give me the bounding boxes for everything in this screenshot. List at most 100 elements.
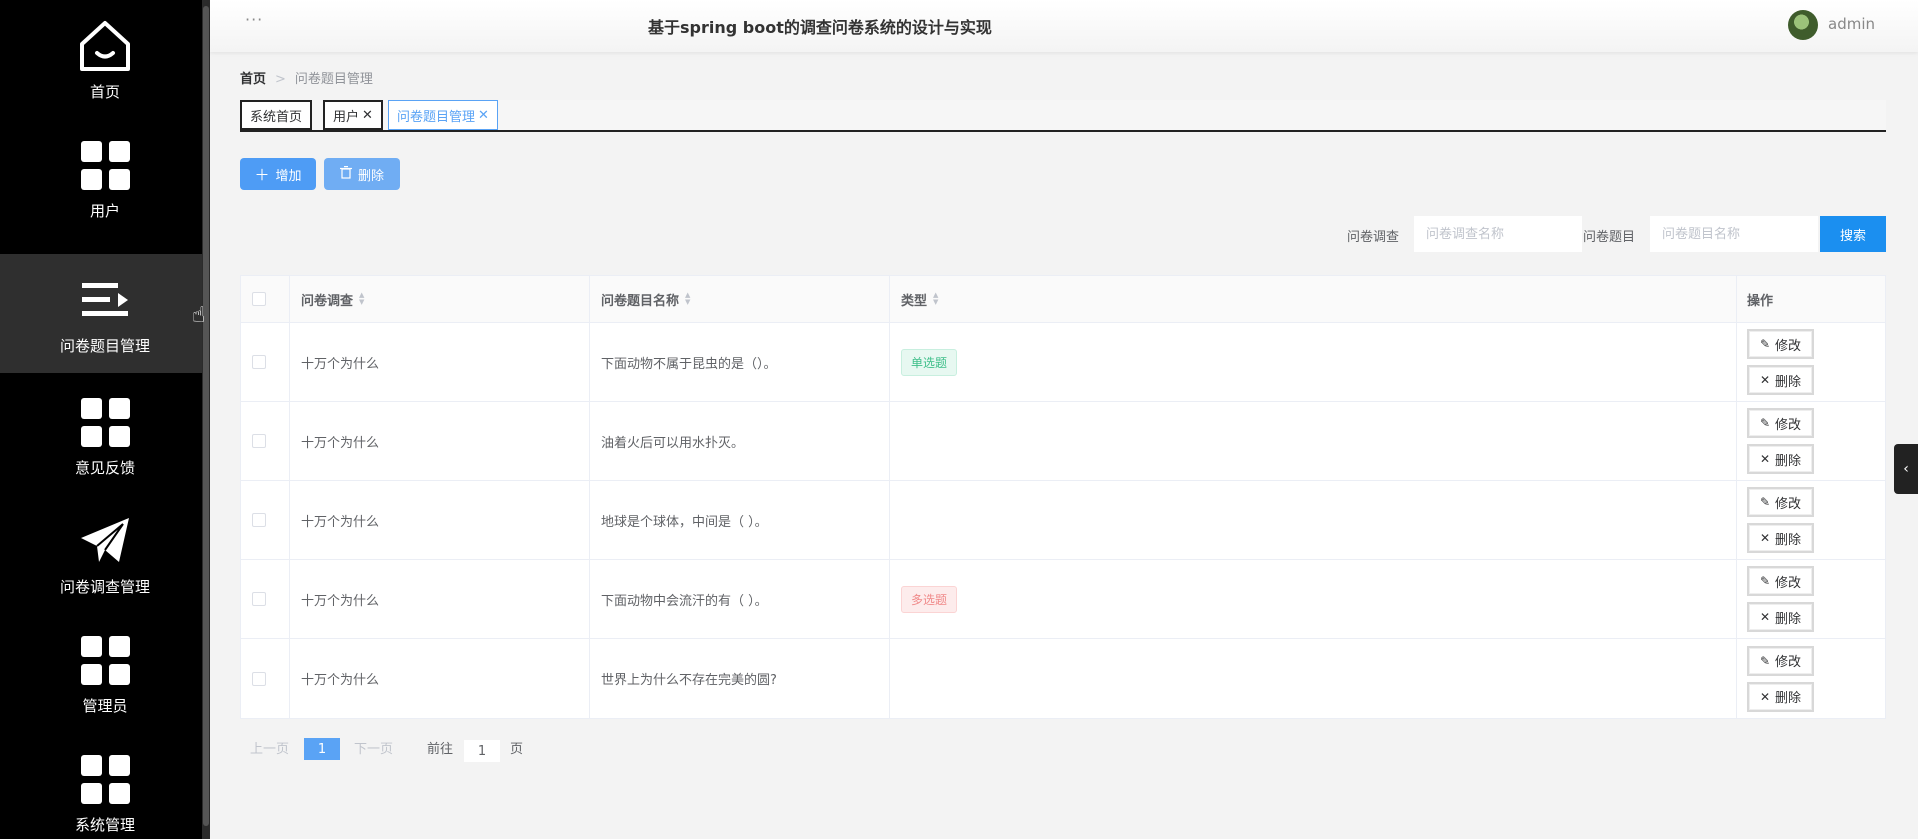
sidebar-item-admins[interactable]: 管理员 xyxy=(0,614,210,733)
close-icon[interactable]: ✕ xyxy=(362,108,373,123)
edit-button[interactable]: ✎ 修改 xyxy=(1747,487,1814,517)
more-icon[interactable]: ··· xyxy=(245,10,263,29)
header-label: 问卷题目名称 xyxy=(601,293,680,309)
add-button[interactable]: ＋ 增加 xyxy=(240,158,316,190)
row-delete-button[interactable]: ✕ 删除 xyxy=(1747,365,1814,395)
sidebar-item-feedback[interactable]: 意见反馈 xyxy=(0,376,210,495)
close-icon: ✕ xyxy=(1759,689,1771,704)
collapse-toggle[interactable]: ‹ xyxy=(1894,444,1918,494)
row-checkbox[interactable] xyxy=(252,592,266,606)
tab-label: 系统首页 xyxy=(250,109,303,125)
goto-label: 前往 xyxy=(427,742,454,757)
row-checkbox[interactable] xyxy=(252,434,266,448)
sidebar-item-label: 首页 xyxy=(89,83,120,101)
close-icon: ✕ xyxy=(1759,531,1771,545)
edit-button[interactable]: ✎ 修改 xyxy=(1747,329,1814,359)
tab-label: 用户 xyxy=(333,109,360,125)
edit-button[interactable]: ✎ 修改 xyxy=(1747,566,1814,596)
survey-search-input[interactable] xyxy=(1414,216,1582,252)
questions-table: 问卷调查 ▲ ▼ 问卷题目名称 ▲ ▼ 类型 ▲ ▼ 操作 十万个为什么 下面动物不属于昆虫… xyxy=(240,275,1886,719)
sidebar-item-survey-management[interactable]: 问卷调查管理 xyxy=(0,495,210,614)
sidebar: 首页 用户 问卷题目管理 意见反馈 问卷调查管理 管理员 系统管理 ☝ xyxy=(0,0,210,839)
username[interactable]: admin xyxy=(1828,15,1875,33)
edit-button-label: 修改 xyxy=(1775,496,1802,512)
table-row: 十万个为什么 油着火后可以用水扑灭。 ✎ 修改 ✕ 删除 xyxy=(241,402,1885,481)
page-number-current[interactable]: 1 xyxy=(304,738,340,760)
trash-icon xyxy=(339,165,352,183)
delete-button[interactable]: 删除 xyxy=(324,158,400,190)
goto-page-input[interactable] xyxy=(464,740,500,762)
type-tag: 多选题 xyxy=(901,585,958,613)
sidebar-item-system[interactable]: 系统管理 xyxy=(0,733,210,839)
actions-cell: ✎ 修改 ✕ 删除 xyxy=(1737,639,1887,718)
row-select-cell xyxy=(241,402,290,480)
row-delete-button[interactable]: ✕ 删除 xyxy=(1747,602,1814,632)
table-row: 十万个为什么 世界上为什么不存在完美的圆? ✎ 修改 ✕ 删除 xyxy=(241,639,1885,718)
tab-users[interactable]: 用户 ✕ xyxy=(323,100,383,130)
edit-icon: ✎ xyxy=(1759,574,1771,588)
header-label: 类型 xyxy=(901,293,928,309)
row-delete-button[interactable]: ✕ 删除 xyxy=(1747,681,1814,712)
row-delete-button-label: 删除 xyxy=(1775,691,1802,706)
next-page-button[interactable]: 下一页 xyxy=(354,738,393,757)
question-search-input[interactable] xyxy=(1650,216,1818,252)
row-checkbox[interactable] xyxy=(252,671,266,686)
breadcrumb-home[interactable]: 首页 xyxy=(240,72,266,87)
row-delete-button[interactable]: ✕ 删除 xyxy=(1747,523,1814,553)
table-row: 十万个为什么 下面动物不属于昆虫的是（）。 单选题 ✎ 修改 ✕ 删除 xyxy=(241,323,1885,402)
tab-question-management[interactable]: 问卷题目管理 ✕ xyxy=(388,100,498,130)
search-button[interactable]: 搜索 xyxy=(1820,216,1886,252)
type-cell xyxy=(890,402,1737,480)
edit-button[interactable]: ✎ 修改 xyxy=(1747,645,1814,676)
close-icon: ✕ xyxy=(1759,373,1771,387)
edit-icon: ✎ xyxy=(1759,653,1771,668)
list-icon xyxy=(76,271,134,329)
sort-icon[interactable]: ▲ ▼ xyxy=(933,292,938,306)
goto-suffix: 页 xyxy=(510,742,524,757)
type-cell: 单选题 xyxy=(890,323,1737,401)
survey-cell: 十万个为什么 xyxy=(290,560,590,638)
table-row: 十万个为什么 下面动物中会流汗的有（ ）。 多选题 ✎ 修改 ✕ 删除 xyxy=(241,560,1885,639)
header-survey[interactable]: 问卷调查 ▲ ▼ xyxy=(290,276,590,322)
sort-icon[interactable]: ▲ ▼ xyxy=(359,292,364,306)
breadcrumb: 首页 > 问卷题目管理 xyxy=(240,68,373,87)
sidebar-scrollbar[interactable] xyxy=(202,0,210,839)
sidebar-item-question-management[interactable]: 问卷题目管理 xyxy=(0,254,210,373)
close-icon: ✕ xyxy=(1759,610,1771,624)
chevron-left-icon: ‹ xyxy=(1903,461,1909,477)
avatar[interactable] xyxy=(1788,10,1818,40)
sort-icon[interactable]: ▲ ▼ xyxy=(685,292,690,306)
type-cell xyxy=(890,481,1737,559)
sidebar-item-label: 用户 xyxy=(89,202,120,220)
sidebar-item-label: 系统管理 xyxy=(74,816,135,834)
edit-icon: ✎ xyxy=(1759,337,1771,351)
sidebar-item-label: 意见反馈 xyxy=(74,459,135,477)
edit-button-label: 修改 xyxy=(1775,575,1802,591)
survey-search-label: 问卷调查 xyxy=(1347,230,1400,245)
hand-cursor-icon: ☝ xyxy=(192,303,206,328)
row-delete-button-label: 删除 xyxy=(1775,611,1802,627)
close-icon: ✕ xyxy=(1759,452,1771,466)
actions-cell: ✎ 修改 ✕ 删除 xyxy=(1737,323,1887,401)
header-type[interactable]: 类型 ▲ ▼ xyxy=(890,276,1737,322)
prev-page-button[interactable]: 上一页 xyxy=(250,738,289,757)
close-icon[interactable]: ✕ xyxy=(478,108,489,123)
delete-button-label: 删除 xyxy=(357,168,384,184)
sidebar-item-home[interactable]: 首页 xyxy=(0,0,210,119)
row-delete-button[interactable]: ✕ 删除 xyxy=(1747,444,1814,474)
row-checkbox[interactable] xyxy=(252,355,266,369)
row-select-cell xyxy=(241,323,290,401)
select-all-checkbox[interactable] xyxy=(252,292,266,306)
tab-home[interactable]: 系统首页 xyxy=(240,100,313,130)
select-all-cell xyxy=(241,276,290,322)
edit-button[interactable]: ✎ 修改 xyxy=(1747,408,1814,438)
sidebar-item-users[interactable]: 用户 xyxy=(0,119,210,238)
question-search-label: 问卷题目 xyxy=(1583,230,1636,245)
sidebar-item-label: 问卷题目管理 xyxy=(59,337,150,355)
grid-icon xyxy=(76,750,134,808)
row-select-cell xyxy=(241,560,290,638)
top-header: ··· 基于spring boot的调查问卷系统的设计与实现 admin xyxy=(210,0,1918,52)
grid-icon xyxy=(76,631,134,689)
row-checkbox[interactable] xyxy=(252,513,266,527)
header-question[interactable]: 问卷题目名称 ▲ ▼ xyxy=(590,276,890,322)
